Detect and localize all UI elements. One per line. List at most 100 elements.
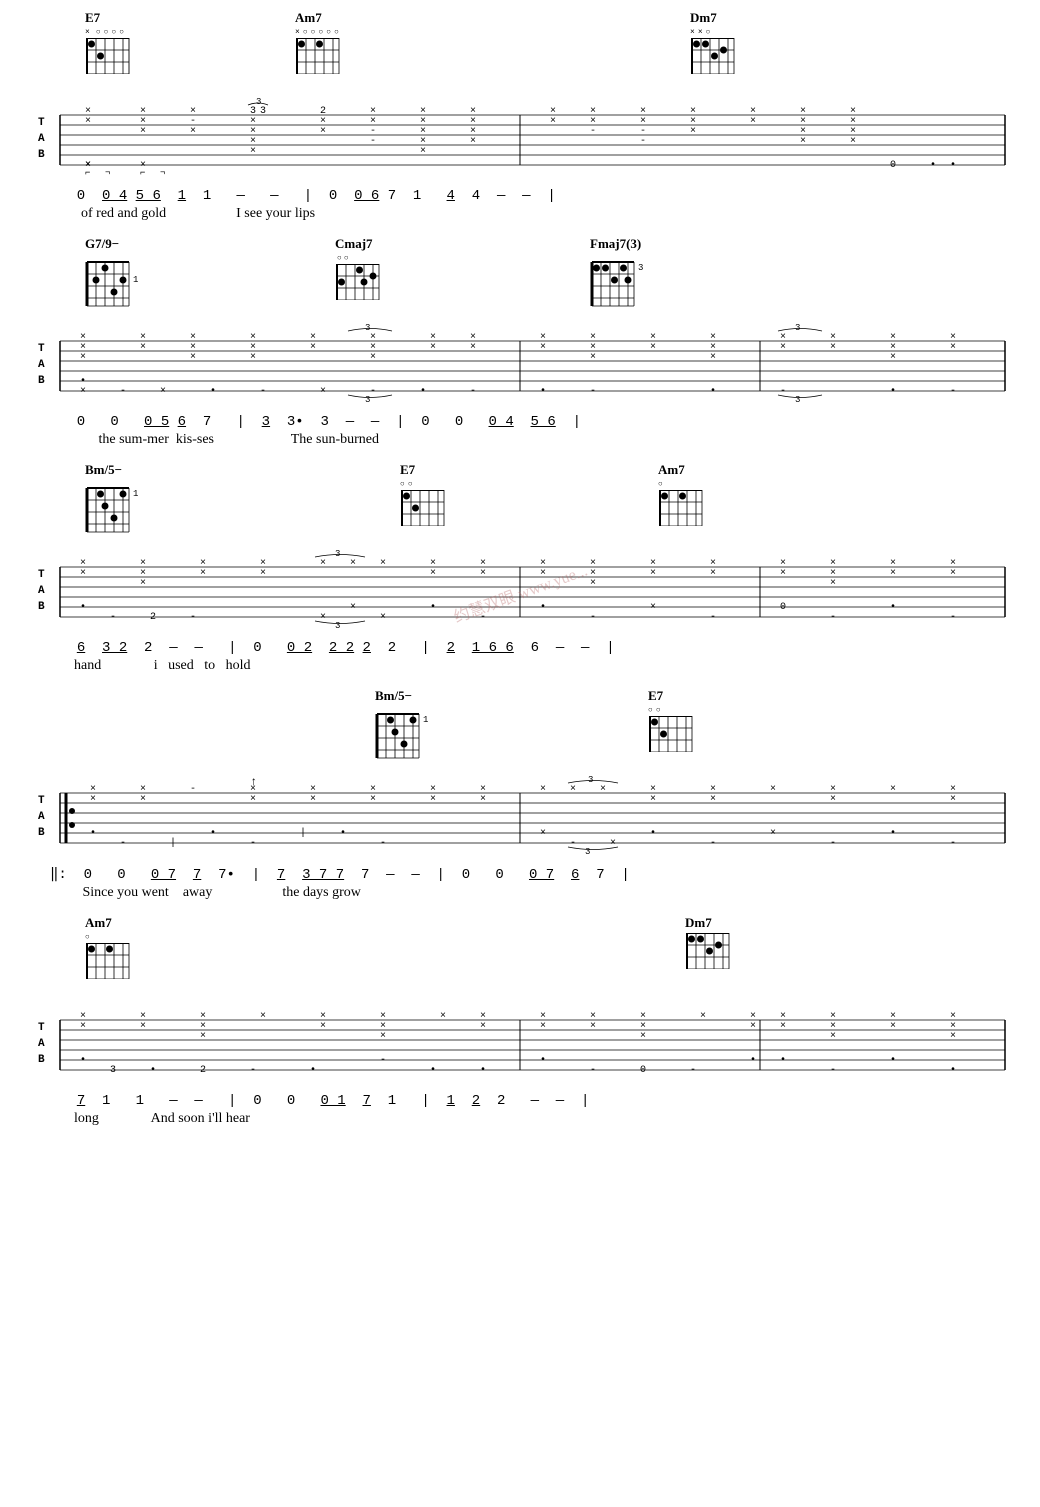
svg-text:-: - — [710, 612, 716, 623]
svg-text:B: B — [38, 375, 45, 387]
svg-text:×: × — [140, 1021, 146, 1032]
svg-text:×: × — [80, 1021, 86, 1032]
svg-text:-: - — [710, 838, 716, 849]
svg-text:-: - — [260, 386, 266, 397]
svg-text:A: A — [38, 133, 45, 145]
chord-am7: Am7 ×○○○○○ — [295, 10, 341, 79]
svg-text:×: × — [310, 794, 316, 805]
lyrics-line-4: Since you went away the days grow — [65, 885, 1010, 901]
svg-text:×: × — [700, 1011, 706, 1022]
svg-text:A: A — [38, 811, 45, 823]
svg-text:•: • — [890, 1055, 896, 1066]
svg-text:×: × — [190, 352, 196, 363]
section-3: Bm/5− 1 — [30, 462, 1010, 674]
lyrics-line-3: hand i used to hold — [60, 658, 1010, 674]
svg-text:A: A — [38, 585, 45, 597]
svg-text:×: × — [590, 352, 596, 363]
svg-text:×: × — [850, 136, 856, 147]
svg-text:3: 3 — [795, 323, 800, 333]
lyrics-line-2: the sum-mer kis-ses The sun-burned — [60, 432, 1010, 448]
svg-text:×: × — [480, 568, 486, 579]
svg-text:•: • — [890, 828, 896, 839]
svg-text:×: × — [610, 838, 616, 849]
svg-text:×: × — [430, 342, 436, 353]
svg-text:-: - — [380, 838, 386, 849]
svg-text:T: T — [38, 343, 45, 355]
svg-text:•: • — [420, 386, 426, 397]
svg-text:×: × — [470, 136, 476, 147]
svg-text:×: × — [890, 568, 896, 579]
svg-text:-: - — [120, 838, 126, 849]
svg-text:×: × — [200, 1031, 206, 1042]
svg-text:-: - — [590, 612, 596, 623]
chord-bm5-2: Bm/5− 1 — [375, 688, 430, 766]
section-4: Bm/5− 1 — [30, 688, 1010, 901]
svg-text:3: 3 — [335, 621, 340, 629]
svg-text:-: - — [690, 1065, 696, 1076]
svg-text:2: 2 — [200, 1065, 206, 1076]
chord-am7-3: Am7 ○ — [85, 915, 131, 984]
svg-text:×: × — [890, 352, 896, 363]
notation-line-3: 6 3 2 2 — — | 0 0 2 2 2 2 2 | 2 1 6 6 6 … — [60, 640, 1010, 656]
svg-text:×: × — [830, 342, 836, 353]
svg-text:×: × — [250, 146, 256, 157]
svg-text:×: × — [470, 342, 476, 353]
svg-text:•: • — [540, 1055, 546, 1066]
chord-fmaj7: Fmaj7(3) 3 — [590, 236, 645, 314]
svg-text:×: × — [430, 794, 436, 805]
svg-text:-: - — [830, 612, 836, 623]
chord-am7-2: Am7 ○ — [658, 462, 704, 531]
svg-text:×: × — [260, 568, 266, 579]
svg-text:B: B — [38, 601, 45, 613]
svg-text:T: T — [38, 795, 45, 807]
svg-text:-: - — [380, 1055, 386, 1066]
svg-text:×: × — [85, 160, 91, 171]
svg-text:×: × — [830, 578, 836, 589]
svg-text:-: - — [640, 136, 646, 147]
svg-text:•: • — [890, 386, 896, 397]
svg-text:T: T — [38, 117, 45, 129]
svg-text:•: • — [210, 386, 216, 397]
svg-text:×: × — [370, 794, 376, 805]
svg-text:×: × — [750, 1021, 756, 1032]
svg-text:•: • — [80, 376, 86, 387]
tab-staff-1: T A B × × × — [30, 97, 1010, 182]
notation-line-2: 0 0 0 5 6 7 | 3 3• 3 — — | 0 0 0 4 5 6 | — [60, 414, 1010, 430]
svg-text:×: × — [950, 794, 956, 805]
svg-text:×: × — [420, 146, 426, 157]
notation-line-5: 7 1 1 — — | 0 0 0 1 7 1 | 1 2 2 — — | — [60, 1093, 1010, 1109]
svg-text:-: - — [190, 612, 196, 623]
svg-text:-: - — [470, 386, 476, 397]
svg-text:×: × — [250, 794, 256, 805]
svg-text:×: × — [140, 126, 146, 137]
svg-text:×: × — [780, 568, 786, 579]
svg-text:×: × — [320, 558, 326, 569]
chord-bm5: Bm/5− 1 — [85, 462, 140, 540]
svg-text:•: • — [540, 386, 546, 397]
svg-text:×: × — [540, 342, 546, 353]
svg-text:×: × — [540, 828, 546, 839]
chord-e7-3: E7 ○○ — [648, 688, 694, 757]
svg-text:×: × — [690, 126, 696, 137]
svg-text:A: A — [38, 359, 45, 371]
svg-text:3: 3 — [335, 549, 340, 559]
section-5: Am7 ○ — [30, 915, 1010, 1127]
svg-text:-: - — [370, 136, 376, 147]
svg-text:×: × — [830, 1031, 836, 1042]
svg-text:×: × — [650, 794, 656, 805]
tab-staff-5: T A B × × × × × × × — [30, 1002, 1010, 1087]
svg-text:•: • — [430, 602, 436, 613]
svg-text:×: × — [710, 568, 716, 579]
svg-text:1: 1 — [423, 715, 428, 725]
svg-text:×: × — [140, 342, 146, 353]
svg-text:×: × — [190, 126, 196, 137]
svg-text:B: B — [38, 149, 45, 161]
svg-text:-: - — [120, 386, 126, 397]
svg-text:-: - — [590, 1065, 596, 1076]
svg-text:-: - — [110, 612, 116, 623]
svg-text:×: × — [260, 1011, 266, 1022]
svg-text:×: × — [890, 1021, 896, 1032]
svg-text:B: B — [38, 1054, 45, 1066]
svg-text:T: T — [38, 569, 45, 581]
svg-text:×: × — [380, 612, 386, 623]
